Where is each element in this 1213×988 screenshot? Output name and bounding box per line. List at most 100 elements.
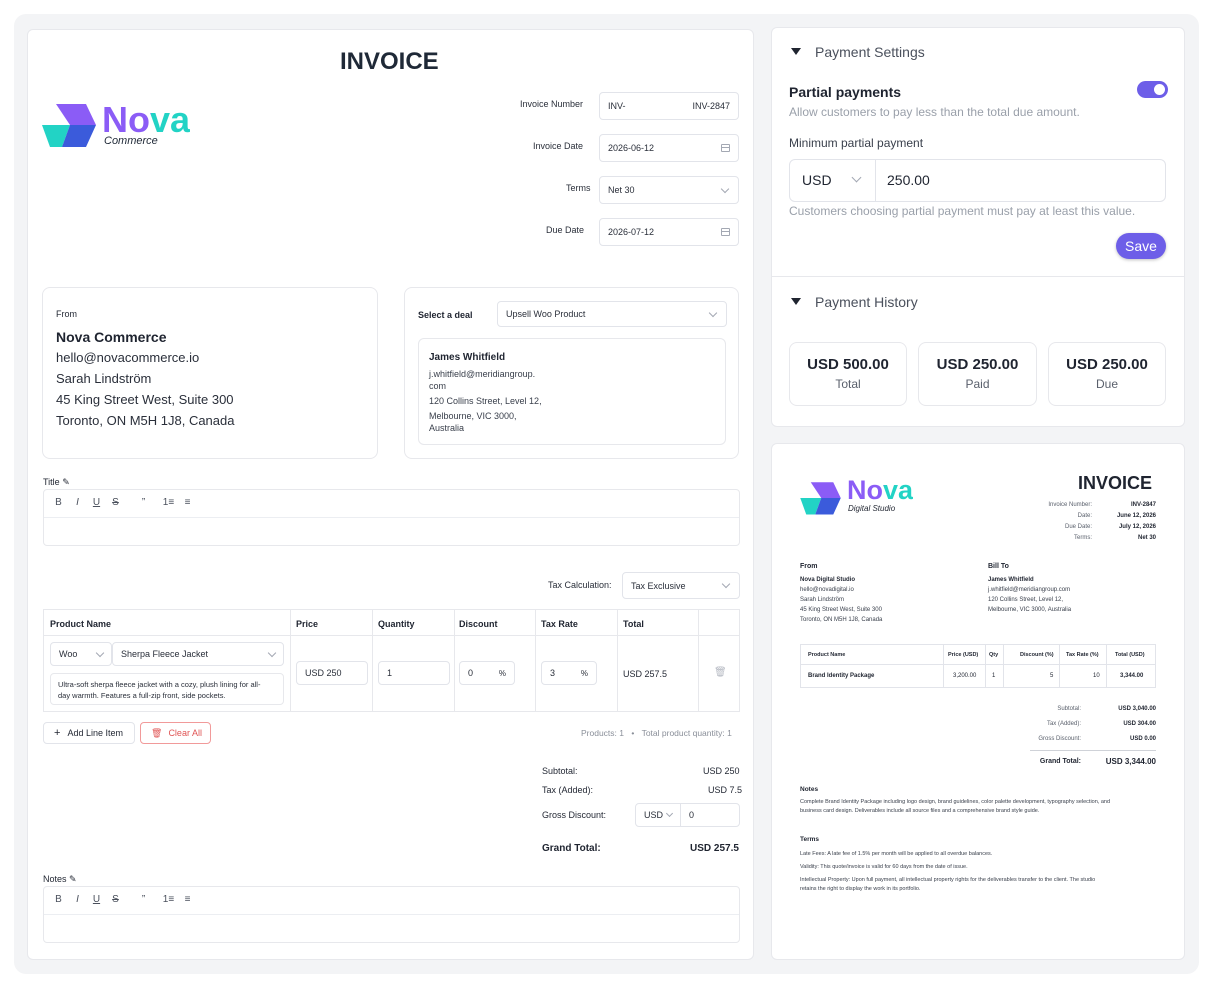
product-name-select[interactable]: Sherpa Fleece Jacket [112,642,284,666]
col-header-discount: Discount [459,619,498,629]
preview-col-header: Price (USD) [948,652,979,658]
contact-name: James Whitfield [429,352,506,363]
preview-from-line: Toronto, ON M5H 1J8, Canada [800,617,883,623]
ordered-list-button[interactable]: 1≡ [159,894,178,905]
bold-button[interactable]: B [49,894,68,905]
invoice-number-prefix: INV- [608,101,626,111]
company-logo: Nova Commerce [42,99,212,151]
payment-settings-header[interactable]: Payment Settings [791,43,1171,63]
preview-bill-line: Melbourne, VIC 3000, Australia [988,607,1072,613]
pencil-icon[interactable]: ✎ [69,874,77,884]
tax-rate-value: 3 [550,668,556,678]
bold-button[interactable]: B [49,497,68,508]
meta-key: Due Date: [1064,524,1092,530]
bullet-list-button[interactable]: ≡ [178,497,197,508]
meta-value: July 12, 2026 [1118,524,1156,530]
underline-button[interactable]: U [87,497,106,508]
italic-button[interactable]: I [68,497,87,508]
logo-name: Nova [102,99,191,140]
logo-mark-icon [800,482,841,515]
history-card-due: USD 250.00 Due [1048,342,1166,406]
col-divider [1106,645,1107,687]
invoice-date-value: 2026-06-12 [608,143,655,153]
save-button[interactable]: Save [1116,233,1166,259]
preview-cell-product: Brand Identity Package [808,673,875,679]
deal-select[interactable]: Upsell Woo Product [497,301,727,327]
preview-from-line: Sarah Lindström [800,597,845,603]
meta-value: June 12, 2026 [1116,513,1156,519]
due-date-input[interactable]: 2026-07-12 [599,218,739,246]
from-label: From [56,309,77,319]
from-person: Sarah Lindström [56,371,152,386]
gross-discount-value: 0 [689,810,695,820]
amount-input[interactable]: 250.00 [876,160,1165,201]
tax-added-label: Tax (Added): [542,785,594,795]
calendar-icon[interactable] [721,228,730,236]
currency-select[interactable]: USD [790,160,876,201]
price-input[interactable]: USD 250 [296,661,368,685]
calendar-icon[interactable] [721,144,730,152]
quote-button[interactable]: ” [134,894,153,905]
from-company: Nova Commerce [56,329,167,345]
invoice-date-input[interactable]: 2026-06-12 [599,134,739,162]
gross-discount-currency[interactable]: USD [635,803,681,827]
notes-editor[interactable]: B I U S ” 1≡ ≡ [43,886,740,943]
subtotal-value: USD 250 [703,766,740,776]
ordered-list-button[interactable]: 1≡ [159,497,178,508]
preview-terms-line: Late Fees: A late fee of 1.5% per month … [800,851,993,857]
payment-history-header[interactable]: Payment History [791,293,1171,313]
deal-contact-box: James Whitfield j.whitfield@meridiangrou… [418,338,726,445]
discount-value: 0 [468,668,474,678]
preview-table: Product Name Price (USD) Qty Discount (%… [800,644,1156,688]
underline-button[interactable]: U [87,894,106,905]
add-line-item-button[interactable]: + Add Line Item [43,722,135,744]
terms-select[interactable]: Net 30 [599,176,739,204]
col-header-quantity: Quantity [378,619,415,629]
invoice-number-input[interactable]: INV- INV-2847 [599,92,739,120]
chevron-down-icon [720,184,730,194]
tax-calculation-value: Tax Exclusive [631,580,686,591]
col-divider [535,610,536,712]
deal-card: Select a deal Upsell Woo Product James W… [404,287,739,459]
tax-added-value: USD 7.5 [708,785,743,795]
italic-button[interactable]: I [68,894,87,905]
contact-email-1: j.whitfield@meridiangroup. [429,369,536,379]
strike-button[interactable]: S [106,497,125,508]
clear-all-button[interactable]: 🗑 Clear All [140,722,211,744]
product-description[interactable]: Ultra-soft sherpa fleece jacket with a c… [50,673,284,705]
discount-input[interactable]: 0 % [459,661,515,685]
quote-button[interactable]: ” [134,497,153,508]
col-header-total: Total [623,619,644,629]
strike-button[interactable]: S [106,894,125,905]
tax-calculation-select[interactable]: Tax Exclusive [622,572,740,599]
preview-from-line: 45 King Street West, Suite 300 [800,607,882,613]
bullet-list-button[interactable]: ≡ [178,894,197,905]
product-source-value: Woo [59,649,78,659]
trash-icon[interactable]: 🗑 [714,667,727,678]
tax-rate-input[interactable]: 3 % [541,661,597,685]
preview-notes-label: Notes [800,786,819,793]
history-amount: USD 250.00 [1066,356,1148,373]
logo-mark-icon [42,104,96,147]
preview-logo-name: Nova [847,475,914,505]
col-divider [454,610,455,712]
discount-unit: % [498,668,506,678]
product-source-select[interactable]: Woo [50,642,112,666]
preview-cell-qty: 1 [992,673,996,679]
contact-address-1: 120 Collins Street, Level 12, [429,396,542,406]
invoice-date-label: Invoice Date [533,141,584,151]
title-label: Title ✎ [43,477,70,488]
gross-discount-input[interactable]: 0 [680,803,740,827]
logo-subtitle: Commerce [104,135,158,147]
preview-from-company: Nova Digital Studio [800,577,856,583]
quantity-input[interactable]: 1 [378,661,450,685]
line-total: USD 257.5 [623,669,668,679]
title-editor[interactable]: B I U S ” 1≡ ≡ [43,489,740,546]
pencil-icon[interactable]: ✎ [62,477,70,487]
total-qty-text: Total product quantity: 1 [641,728,732,738]
meta-value: INV-2847 [1130,502,1156,508]
preview-total-value: USD 3,040.00 [1118,706,1156,712]
partial-payments-toggle[interactable] [1137,81,1168,98]
contact-email-2: com [429,381,447,391]
history-amount: USD 250.00 [936,356,1019,373]
